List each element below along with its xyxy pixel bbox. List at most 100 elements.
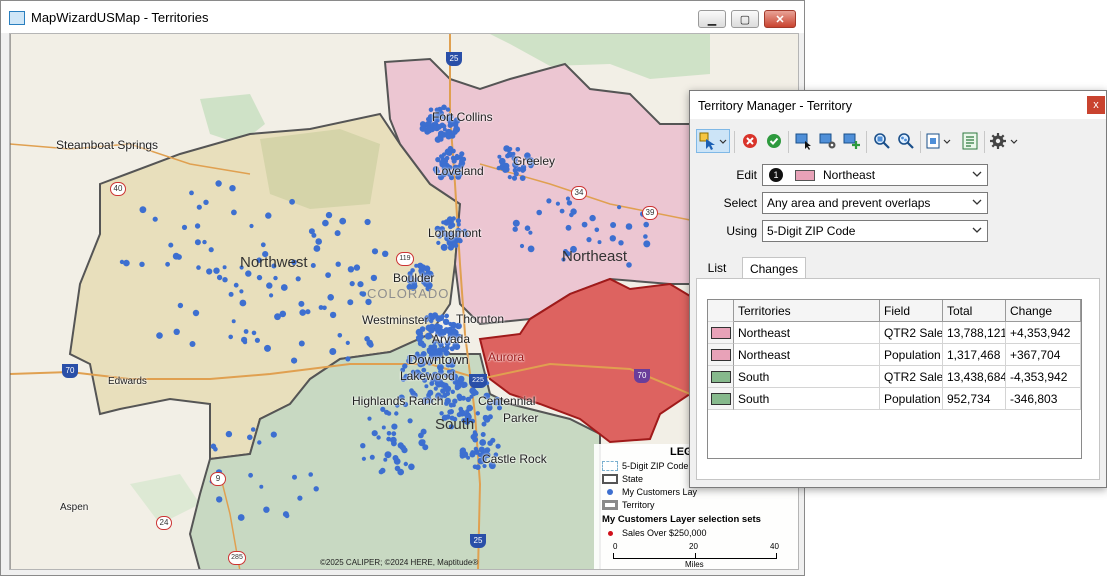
select-by-settings-button[interactable]: [816, 129, 840, 153]
customer-point: [440, 158, 447, 164]
route-shield-icon: 40: [110, 182, 126, 196]
customer-point: [225, 430, 233, 438]
customer-point: [408, 463, 415, 471]
chevron-down-icon: [971, 224, 983, 239]
layer-button[interactable]: [924, 129, 954, 153]
select-mode-select[interactable]: Any area and prevent overlaps: [762, 192, 988, 214]
legend-swatch: [602, 461, 618, 471]
customer-point: [371, 430, 378, 437]
customer-point: [445, 387, 451, 393]
customer-point: [233, 282, 239, 288]
customer-point: [447, 145, 454, 152]
grid-header-territories[interactable]: Territories: [734, 300, 880, 322]
add-to-selection-button[interactable]: [840, 129, 864, 153]
table-cell-total[interactable]: 13,788,121: [943, 322, 1006, 344]
table-cell-change[interactable]: -346,803: [1006, 388, 1081, 410]
minimize-button[interactable]: ▁: [698, 10, 726, 28]
customer-point: [165, 261, 171, 267]
table-cell-field[interactable]: QTR2 Sales: [880, 366, 943, 388]
customer-point: [420, 428, 427, 435]
customer-point: [444, 313, 450, 319]
accept-button[interactable]: [762, 129, 786, 153]
customer-point: [515, 147, 521, 152]
using-layer-select[interactable]: 5-Digit ZIP Code: [762, 220, 988, 242]
grid-header-change[interactable]: Change: [1006, 300, 1081, 322]
customer-point: [508, 146, 513, 152]
changes-grid[interactable]: Territories Field Total Change Northeast…: [707, 299, 1082, 459]
customer-point: [461, 383, 466, 389]
legend-label: My Customers Lay: [622, 487, 698, 497]
interstate-shield-icon: 70: [62, 364, 78, 378]
table-cell-change[interactable]: +367,704: [1006, 344, 1081, 366]
legend-row-territory: Territory: [602, 500, 655, 510]
map-titlebar[interactable]: MapWizardUSMap - Territories ▁ ▢ ✕: [1, 1, 804, 33]
legend-swatch: [602, 500, 618, 510]
maximize-button[interactable]: ▢: [731, 10, 759, 28]
table-cell-change[interactable]: -4,353,942: [1006, 366, 1081, 388]
legend-row-state: State: [602, 474, 643, 484]
customer-point: [439, 314, 445, 319]
table-cell-total[interactable]: 952,734: [943, 388, 1006, 410]
customer-point: [475, 411, 480, 416]
table-row-swatch[interactable]: [708, 322, 734, 344]
customer-point: [469, 451, 476, 458]
customer-point: [213, 267, 220, 274]
table-cell-territory[interactable]: Northeast: [734, 322, 880, 344]
dialog-titlebar[interactable]: Territory Manager - Territory x: [690, 91, 1106, 119]
customer-point: [418, 263, 425, 270]
customer-point: [347, 299, 354, 306]
select-by-pointing-button[interactable]: [792, 129, 816, 153]
customer-point: [264, 344, 271, 352]
interstate-shield-icon: 25: [446, 52, 462, 66]
table-cell-field[interactable]: Population: [880, 344, 943, 366]
grid-header-field[interactable]: Field: [880, 300, 943, 322]
export-button[interactable]: [958, 129, 982, 153]
customer-point: [512, 226, 518, 232]
table-row-swatch[interactable]: [708, 344, 734, 366]
interstate-shield-icon: 70: [634, 369, 650, 383]
edit-select[interactable]: 1 Northeast: [762, 164, 988, 186]
table-cell-total[interactable]: 13,438,684: [943, 366, 1006, 388]
delete-button[interactable]: [738, 129, 762, 153]
table-cell-field[interactable]: Population: [880, 388, 943, 410]
customer-point: [429, 323, 435, 329]
grid-header-total[interactable]: Total: [943, 300, 1006, 322]
table-cell-change[interactable]: +4,353,942: [1006, 322, 1081, 344]
customer-point: [345, 340, 350, 345]
zoom-to-button[interactable]: [870, 129, 894, 153]
tab-changes[interactable]: Changes: [742, 257, 806, 279]
city-label: Aurora: [488, 350, 525, 364]
customer-point: [347, 266, 355, 273]
map-canvas[interactable]: Northwest Northeast South COLORADO Steam…: [9, 33, 799, 570]
customer-point: [457, 375, 465, 383]
table-row-swatch[interactable]: [708, 388, 734, 410]
route-shield-icon: 119: [396, 252, 414, 266]
map-copyright: ©2025 CALIPER; ©2024 HERE, Maptitude®: [320, 558, 479, 567]
select-mode-value: Any area and prevent overlaps: [767, 196, 931, 210]
select-tool-button[interactable]: [696, 129, 730, 153]
city-label: Fort Collins: [432, 110, 493, 124]
tab-list[interactable]: List: [696, 257, 738, 279]
customer-point: [513, 171, 519, 177]
table-cell-territory[interactable]: South: [734, 388, 880, 410]
legend-swatch: [602, 528, 618, 538]
legend-label: 5-Digit ZIP Code: [622, 461, 689, 471]
table-row-swatch[interactable]: [708, 366, 734, 388]
customer-point: [401, 447, 408, 454]
customer-point: [417, 340, 424, 347]
close-button[interactable]: ✕: [764, 10, 796, 28]
customer-point: [216, 274, 223, 281]
customer-point: [256, 274, 263, 281]
customer-point: [416, 330, 421, 335]
select-by-settings-icon: [819, 133, 836, 149]
table-cell-field[interactable]: QTR2 Sales: [880, 322, 943, 344]
dialog-close-button[interactable]: x: [1087, 96, 1105, 114]
table-cell-territory[interactable]: Northeast: [734, 344, 880, 366]
settings-button[interactable]: [988, 129, 1022, 153]
table-cell-territory[interactable]: South: [734, 366, 880, 388]
table-cell-total[interactable]: 1,317,468: [943, 344, 1006, 366]
zoom-all-button[interactable]: [894, 129, 918, 153]
customer-point: [391, 431, 397, 437]
using-label: Using: [726, 224, 757, 238]
customer-point: [260, 242, 266, 248]
